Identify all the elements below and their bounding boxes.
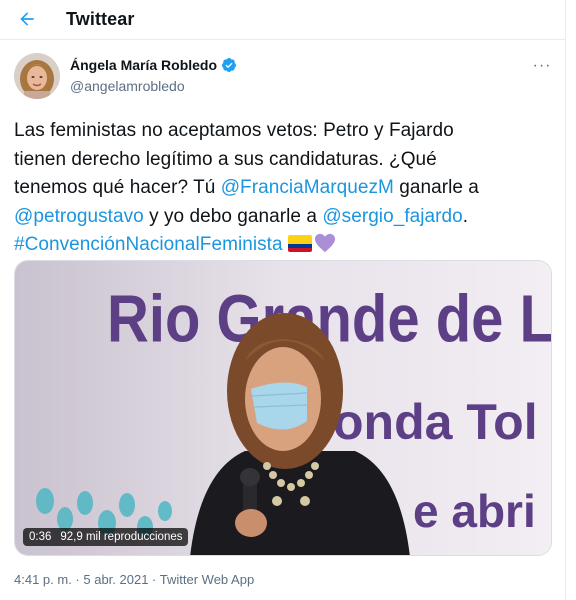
more-options-button[interactable]: ··· <box>528 56 556 76</box>
mention-petro-link[interactable]: @petrogustavo <box>14 206 144 227</box>
meta-separator: · <box>71 572 84 587</box>
colombia-flag-emoji <box>287 235 312 252</box>
video-banner-text-3: e abri <box>413 485 536 537</box>
avatar[interactable] <box>14 53 60 99</box>
purple-heart-emoji <box>314 233 335 253</box>
tweet-text-segment: tenemos qué hacer? Tú <box>14 177 221 198</box>
tweet-date-link[interactable]: 5 abr. 2021 <box>83 572 148 587</box>
page-title: Twittear <box>66 9 135 29</box>
tweet-line: @petrogustavo y yo debo ganarle a @sergi… <box>14 203 554 232</box>
tweet-text-segment: . <box>462 205 469 227</box>
video-views: 92,9 mil reproducciones <box>60 531 183 543</box>
tweet-line: Las feministas no aceptamos vetos: Petro… <box>14 120 454 141</box>
tweet-text-segment: y yo debo ganarle a <box>143 205 323 227</box>
video-banner-text-2: onda Tol <box>333 394 538 450</box>
top-header: Twittear <box>0 0 566 40</box>
tweet-meta: 4:41 p. m. · 5 abr. 2021 · Twitter Web A… <box>14 572 254 587</box>
tweet-time-link[interactable]: 4:41 p. m. <box>14 572 72 587</box>
hashtag-link[interactable]: #ConvenciónNacionalFeminista <box>14 234 283 255</box>
tweet-text: Las feministas no aceptamos vetos: Petro… <box>14 117 554 260</box>
video-duration: 0:36 <box>29 531 52 543</box>
video-badge: 0:36 92,9 mil reproducciones <box>23 528 189 546</box>
tweet-line: #ConvenciónNacionalFeminista <box>14 231 554 260</box>
tweet-text-segment: ganarle a <box>393 177 479 198</box>
tweet-video[interactable]: Rio Grande de La onda Tol e abri 0:36 92… <box>14 260 552 556</box>
mention-sergio-link[interactable]: @sergio_fajardo <box>322 206 462 227</box>
author-name-link[interactable]: Ángela María Robledo <box>70 57 237 73</box>
tweet-line: tienen derecho legítimo a sus candidatur… <box>14 148 437 170</box>
tweet-source-link[interactable]: Twitter Web App <box>160 572 254 587</box>
back-button[interactable] <box>10 2 44 36</box>
mention-francia-link[interactable]: @FranciaMarquezM <box>221 177 394 198</box>
more-options-icon: ··· <box>532 57 552 74</box>
arrow-left-icon <box>20 12 34 26</box>
author-name: Ángela María Robledo <box>70 57 218 73</box>
tweet-line: tenemos qué hacer? Tú @FranciaMarquezM g… <box>14 174 554 203</box>
tweet-detail-column: Twittear Ángela María Robledo @angelamro… <box>0 0 566 600</box>
author-handle[interactable]: @angelamrobledo <box>70 78 185 94</box>
meta-separator: · <box>148 572 160 587</box>
verified-badge-icon <box>222 58 237 72</box>
